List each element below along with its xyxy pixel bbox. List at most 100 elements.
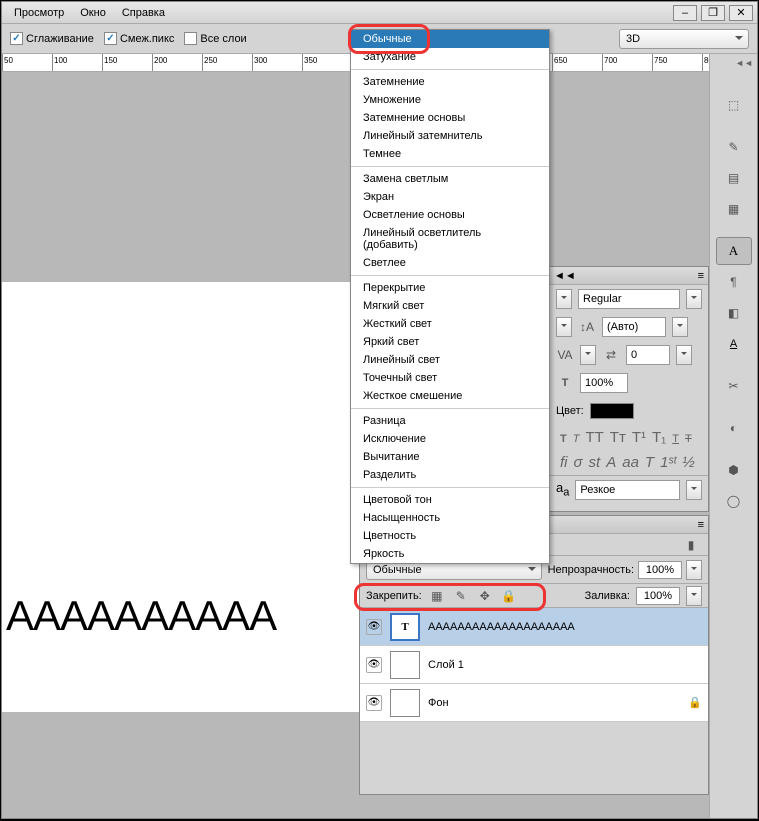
visibility-toggle[interactable]: 👁: [366, 657, 382, 673]
opentype-st[interactable]: st: [589, 454, 601, 471]
blend-item[interactable]: Линейный свет: [351, 351, 549, 369]
menu-help[interactable]: Справка: [114, 5, 173, 21]
3d-panel-icon[interactable]: ⬢: [716, 456, 752, 484]
brush-presets-icon[interactable]: ▤: [716, 164, 752, 192]
antialias-select[interactable]: Резкое: [575, 480, 680, 500]
swatches-panel-icon[interactable]: ▦: [716, 195, 752, 223]
blend-item[interactable]: Линейный затемнитель: [351, 127, 549, 145]
layer-thumb[interactable]: [390, 689, 420, 717]
faux-bold-button[interactable]: T: [560, 429, 567, 446]
lock-transparent-icon[interactable]: ▦: [428, 587, 446, 605]
underline-button[interactable]: T: [672, 429, 679, 446]
opentype-script[interactable]: A: [606, 454, 616, 471]
option-contiguous[interactable]: Смеж.пикс: [104, 32, 174, 45]
blend-item[interactable]: Затемнение основы: [351, 109, 549, 127]
blend-item[interactable]: Умножение: [351, 91, 549, 109]
font-style-select[interactable]: Regular: [578, 289, 680, 309]
opentype-frac[interactable]: ½: [682, 454, 695, 471]
brushes-panel-icon[interactable]: ✎: [716, 133, 752, 161]
blend-item[interactable]: Точечный свет: [351, 369, 549, 387]
blend-item[interactable]: Исключение: [351, 430, 549, 448]
layer-thumb[interactable]: [390, 651, 420, 679]
lock-position-icon[interactable]: ✥: [476, 587, 494, 605]
blend-item[interactable]: Вычитание: [351, 448, 549, 466]
workspace-selector[interactable]: 3D: [619, 29, 749, 49]
faux-italic-button[interactable]: T: [573, 429, 580, 446]
text-layer-content[interactable]: AAAAAAAAAA: [6, 592, 276, 640]
workspace-value: 3D: [626, 33, 640, 45]
maximize-button[interactable]: ❐: [701, 5, 725, 21]
lock-all-icon[interactable]: 🔒: [500, 587, 518, 605]
expand-arrow-icon[interactable]: ◄◄: [735, 58, 753, 68]
smallcaps-button[interactable]: Tᴛ: [610, 429, 626, 446]
subscript-button[interactable]: T₁: [652, 429, 666, 446]
history-panel-icon[interactable]: ⬚: [716, 91, 752, 119]
strikethrough-button[interactable]: T: [685, 429, 692, 446]
blend-item[interactable]: Насыщенность: [351, 509, 549, 527]
opentype-fi[interactable]: fi: [560, 454, 568, 471]
layer-thumb[interactable]: T: [390, 613, 420, 641]
blend-item[interactable]: Мягкий свет: [351, 297, 549, 315]
opacity-input[interactable]: 100%: [638, 561, 682, 579]
blend-item[interactable]: Разделить: [351, 466, 549, 484]
blend-item[interactable]: Замена светлым: [351, 170, 549, 188]
opentype-1st[interactable]: 1ˢᵗ: [660, 454, 676, 471]
opentype-ad[interactable]: aa: [622, 454, 639, 471]
minimize-button[interactable]: –: [673, 5, 697, 21]
opentype-T[interactable]: T: [645, 454, 654, 471]
opentype-sigma[interactable]: σ: [574, 454, 583, 471]
blend-item[interactable]: Цветность: [351, 527, 549, 545]
tracking-input[interactable]: 0: [626, 345, 670, 365]
blend-item[interactable]: Светлее: [351, 254, 549, 272]
blend-item[interactable]: Обычные: [351, 30, 549, 48]
option-antialias[interactable]: Сглаживание: [10, 32, 94, 45]
paragraph-panel-icon[interactable]: ¶: [716, 268, 752, 296]
blend-item[interactable]: Жесткое смешение: [351, 387, 549, 405]
layer-row[interactable]: 👁Фон🔒: [360, 684, 708, 722]
collapse-arrow-icon[interactable]: ◄◄: [554, 270, 576, 282]
color-panel-icon[interactable]: ◯: [716, 487, 752, 515]
visibility-toggle[interactable]: 👁: [366, 695, 382, 711]
leading-input[interactable]: (Авто): [602, 317, 666, 337]
blend-item[interactable]: Темнее: [351, 145, 549, 163]
font-size-dropdown[interactable]: [556, 317, 572, 337]
blend-item[interactable]: Осветление основы: [351, 206, 549, 224]
filter-toggle[interactable]: ▮: [682, 536, 700, 554]
layer-row[interactable]: 👁TAAAAAAAAAAAAAAAAAAAA: [360, 608, 708, 646]
fill-input[interactable]: 100%: [636, 587, 680, 605]
adjustments-panel-icon[interactable]: ◐: [716, 414, 752, 442]
blend-item[interactable]: Перекрытие: [351, 279, 549, 297]
blend-item[interactable]: Затемнение: [351, 73, 549, 91]
tools-panel-icon[interactable]: ✂: [716, 372, 752, 400]
text-color-swatch[interactable]: [590, 403, 634, 419]
visibility-toggle[interactable]: 👁: [366, 619, 382, 635]
blend-item[interactable]: Разница: [351, 412, 549, 430]
menu-window[interactable]: Окно: [72, 5, 114, 21]
lock-pixels-icon[interactable]: ✎: [452, 587, 470, 605]
blend-item[interactable]: Линейный осветлитель (добавить): [351, 224, 549, 254]
tracking-dropdown[interactable]: [676, 345, 692, 365]
font-family-dropdown[interactable]: [556, 289, 572, 309]
antialias-dropdown[interactable]: [686, 480, 702, 500]
blend-item[interactable]: Яркий свет: [351, 333, 549, 351]
option-all-layers[interactable]: Все слои: [184, 32, 246, 45]
menu-view[interactable]: Просмотр: [6, 5, 72, 21]
superscript-button[interactable]: T¹: [632, 429, 646, 446]
scale-input[interactable]: 100%: [580, 373, 628, 393]
blend-item[interactable]: Жесткий свет: [351, 315, 549, 333]
close-button[interactable]: ✕: [729, 5, 753, 21]
character-styles-icon[interactable]: A: [716, 330, 752, 358]
blend-item[interactable]: Цветовой тон: [351, 491, 549, 509]
opacity-dropdown[interactable]: [686, 560, 702, 580]
blend-item[interactable]: Экран: [351, 188, 549, 206]
blend-item[interactable]: Яркость: [351, 545, 549, 563]
blend-item[interactable]: Затухание: [351, 48, 549, 66]
kerning-dropdown[interactable]: [580, 345, 596, 365]
character-panel-icon[interactable]: A: [716, 237, 752, 265]
leading-dropdown[interactable]: [672, 317, 688, 337]
layers-panel-icon[interactable]: ◧: [716, 299, 752, 327]
layer-row[interactable]: 👁Слой 1: [360, 646, 708, 684]
font-style-dropdown[interactable]: [686, 289, 702, 309]
fill-dropdown[interactable]: [686, 586, 702, 606]
allcaps-button[interactable]: TT: [585, 429, 603, 446]
